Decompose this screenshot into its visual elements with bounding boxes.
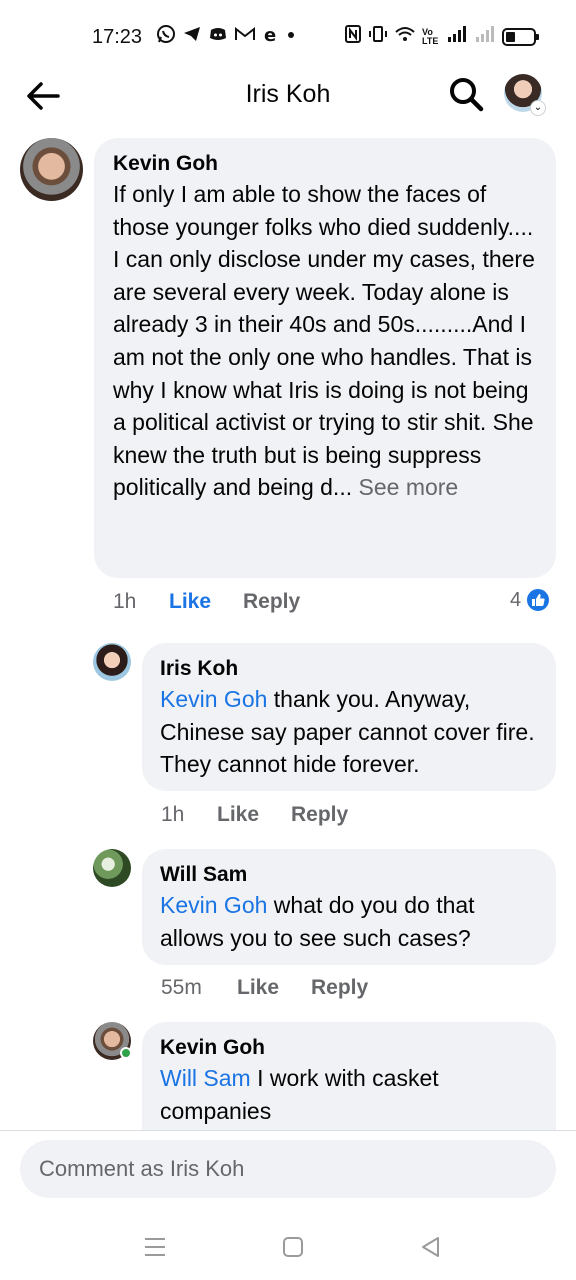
search-icon (450, 78, 484, 112)
back-triangle-icon (422, 1237, 439, 1257)
comment-actions: 1h Like Reply (113, 590, 300, 614)
comment-author[interactable]: Will Sam (160, 861, 538, 889)
menu-icon (145, 1238, 165, 1256)
comment-author[interactable]: Kevin Goh (160, 1034, 538, 1062)
status-app-icons: e (156, 24, 296, 49)
comment-bubble: Kevin Goh If only I am able to show the … (94, 138, 556, 578)
comment-actions: 55m Like Reply (161, 976, 368, 1000)
comment-time: 1h (161, 803, 185, 826)
comment-author[interactable]: Iris Koh (160, 655, 538, 683)
home-square-icon (283, 1237, 303, 1257)
app-header: Iris Koh ⌄ (0, 70, 576, 120)
comment-time: 1h (113, 590, 137, 613)
reply-button[interactable]: Reply (243, 590, 300, 614)
back-nav-button[interactable] (416, 1232, 446, 1262)
like-button[interactable]: Like (217, 803, 291, 827)
reaction-count: 4 (510, 588, 522, 611)
status-system-icons: Vo LTE (344, 24, 539, 49)
comment-text: Kevin Goh what do you do that allows you… (160, 889, 538, 954)
search-button[interactable] (446, 74, 486, 114)
system-nav-bar (0, 1210, 576, 1280)
reply-button[interactable]: Reply (291, 803, 348, 827)
divider (0, 1130, 576, 1131)
comment-body: If only I am able to show the faces of t… (113, 181, 535, 501)
signal-secondary-icon (474, 24, 496, 49)
battery-icon (502, 27, 539, 46)
status-time: 17:23 (92, 26, 143, 48)
like-button[interactable]: Like (169, 590, 243, 614)
comment-text: Kevin Goh thank you. Anyway, Chinese say… (160, 683, 538, 781)
whatsapp-icon (156, 24, 176, 49)
see-more-link[interactable]: See more (359, 474, 459, 500)
avatar[interactable] (93, 643, 131, 681)
comment-bubble: Will Sam Kevin Goh what do you do that a… (142, 849, 556, 965)
comment-bubble: Iris Koh Kevin Goh thank you. Anyway, Ch… (142, 643, 556, 791)
comment-text: If only I am able to show the faces of t… (113, 178, 537, 504)
thumbs-up-icon (525, 587, 552, 613)
menu-nav-button[interactable] (140, 1232, 170, 1262)
page-title: Iris Koh (245, 80, 331, 108)
signal-icon (446, 24, 468, 49)
nfc-icon (344, 24, 362, 49)
volte-label: Vo LTE (422, 26, 439, 46)
reply-button[interactable]: Reply (311, 976, 368, 1000)
b-icon: e (262, 24, 280, 49)
reaction-summary[interactable]: 4 (510, 587, 552, 613)
comment-bubble: Kevin Goh Will Sam I work with casket co… (142, 1022, 556, 1130)
home-nav-button[interactable] (278, 1232, 308, 1262)
comment-author[interactable]: Kevin Goh (113, 150, 537, 178)
wifi-icon (394, 24, 416, 49)
like-button[interactable]: Like (237, 976, 311, 1000)
comment-clip: Kevin Goh Will Sam I work with casket co… (0, 1022, 576, 1130)
status-bar: 17:23 e Vo LTE (0, 0, 576, 70)
chevron-down-icon: ⌄ (530, 100, 546, 116)
gmail-icon (234, 24, 256, 49)
comment-time: 55m (161, 976, 202, 999)
vibrate-icon (368, 24, 388, 49)
comment-input[interactable] (39, 1156, 537, 1182)
telegram-icon (182, 24, 202, 49)
svg-text:e: e (264, 25, 276, 44)
avatar[interactable] (93, 849, 131, 887)
comment-actions: 1h Like Reply (161, 803, 348, 827)
mention-link[interactable]: Will Sam (160, 1065, 251, 1091)
mention-link[interactable]: Kevin Goh (160, 892, 267, 918)
mention-link[interactable]: Kevin Goh (160, 686, 267, 712)
discord-icon (208, 24, 228, 49)
dot-icon (286, 24, 296, 49)
avatar[interactable] (20, 138, 83, 201)
comment-text: Will Sam I work with casket companies (160, 1062, 538, 1127)
comment-composer[interactable] (20, 1140, 556, 1198)
profile-switcher-button[interactable]: ⌄ (504, 74, 546, 116)
